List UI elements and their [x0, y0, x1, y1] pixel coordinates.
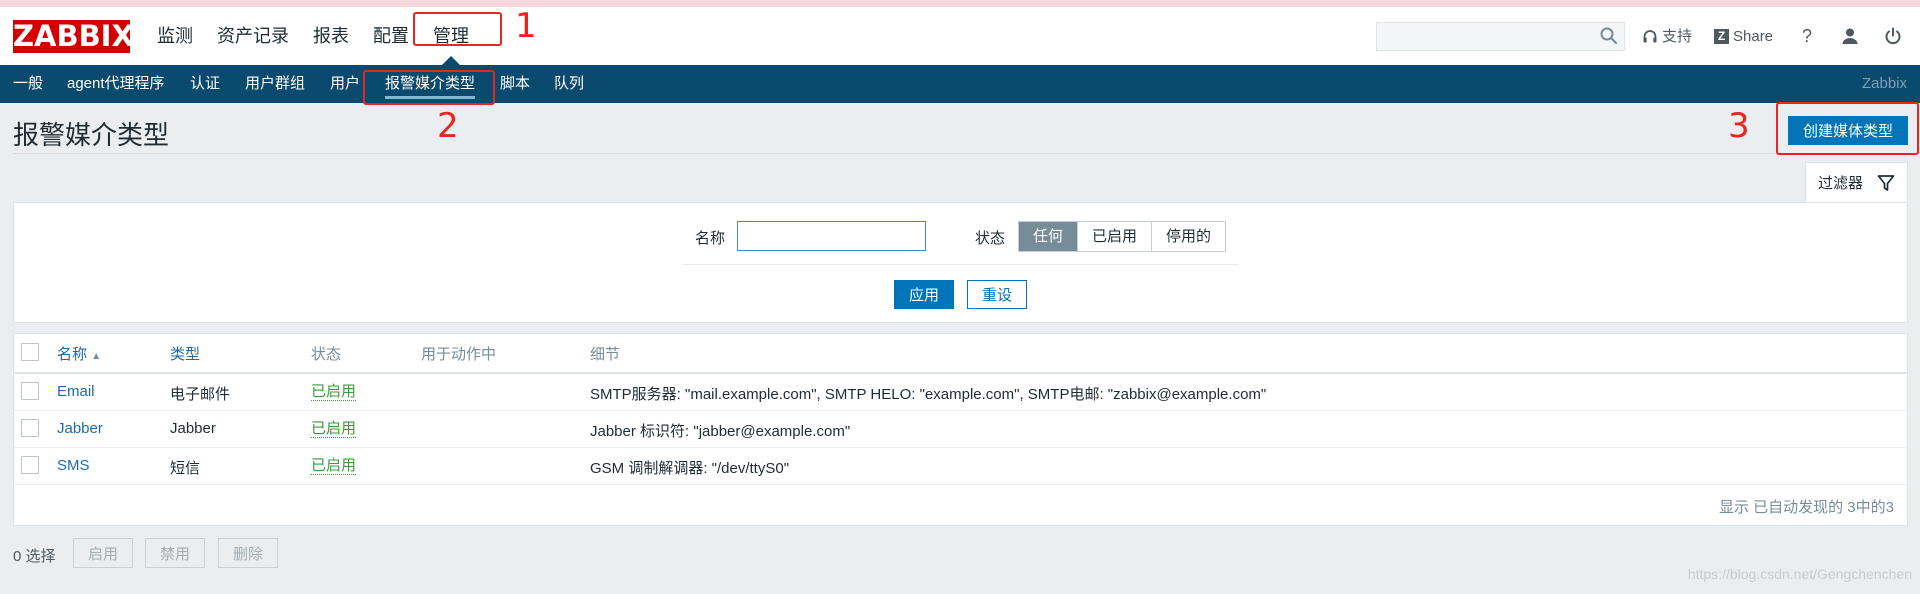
support-label: 支持 — [1662, 28, 1693, 45]
funnel-icon — [1877, 174, 1895, 191]
subnav-proxies[interactable]: agent代理程序 — [67, 65, 165, 103]
column-header-details: 细节 — [590, 346, 621, 363]
header: ZABBIX 监测 资产记录 报表 配置 管理 — [0, 7, 1920, 65]
row-divider — [14, 447, 1907, 448]
row-type: 短信 — [170, 460, 201, 477]
filter-tab[interactable]: 过滤器 — [1805, 162, 1908, 202]
annotation-number-2: 2 — [437, 106, 459, 146]
select-all-checkbox[interactable] — [21, 343, 39, 361]
help-icon[interactable]: ? — [1795, 24, 1819, 48]
row-details: Jabber 标识符: "jabber@example.com" — [590, 423, 851, 440]
row-status-toggle[interactable]: 已启用 — [311, 420, 357, 438]
bulk-delete-button[interactable]: 删除 — [218, 538, 278, 568]
annotation-box-3 — [1776, 102, 1919, 155]
filter-name-input[interactable] — [737, 221, 926, 251]
reset-button[interactable]: 重设 — [967, 280, 1027, 309]
bulk-disable-button[interactable]: 禁用 — [145, 538, 205, 568]
subnav-brand: Zabbix — [1861, 75, 1907, 92]
column-header-status: 状态 — [311, 346, 342, 363]
page-title: 报警媒介类型 — [13, 120, 170, 150]
watermark: https://blog.csdn.net/Gengchenchen — [1687, 566, 1912, 582]
share-z-icon: Z — [1714, 29, 1729, 44]
row-name-link[interactable]: SMS — [57, 457, 90, 474]
share-link[interactable]: Z Share — [1714, 22, 1773, 51]
support-link[interactable]: 支持 — [1642, 22, 1692, 51]
selected-count: 0 选择 — [13, 548, 56, 565]
subnav-authentication[interactable]: 认证 — [190, 65, 220, 103]
row-type: 电子邮件 — [170, 386, 231, 403]
main-nav-reports[interactable]: 报表 — [301, 7, 361, 65]
user-icon — [1842, 28, 1858, 44]
status-option-any[interactable]: 任何 — [1019, 222, 1079, 251]
filter-name-label: 名称 — [695, 230, 726, 247]
column-header-name-label: 名称 — [57, 346, 88, 363]
top-strip — [0, 0, 1920, 7]
row-type: Jabber — [170, 420, 216, 437]
zabbix-logo[interactable]: ZABBIX — [13, 20, 134, 53]
bulk-enable-button[interactable]: 启用 — [73, 538, 133, 568]
annotation-number-1: 1 — [515, 6, 537, 46]
media-types-table — [13, 333, 1908, 526]
table-header-divider — [14, 372, 1907, 374]
row-checkbox[interactable] — [21, 456, 39, 474]
apply-button[interactable]: 应用 — [894, 280, 954, 309]
main-nav-monitoring[interactable]: 监测 — [145, 7, 205, 65]
subnav-user-groups[interactable]: 用户群组 — [245, 65, 305, 103]
status-option-disabled[interactable]: 停用的 — [1152, 222, 1226, 251]
power-icon — [1885, 27, 1901, 45]
filter-status-group: 任何 已启用 停用的 — [1018, 221, 1227, 252]
share-label: Share — [1733, 28, 1774, 45]
main-nav-configuration[interactable]: 配置 — [361, 7, 421, 65]
filter-divider — [683, 264, 1238, 265]
row-divider — [14, 484, 1907, 485]
subnav-general[interactable]: 一般 — [13, 65, 43, 103]
row-details: SMTP服务器: "mail.example.com", SMTP HELO: … — [590, 386, 1267, 403]
filter-tab-label: 过滤器 — [1817, 175, 1863, 192]
column-header-used-in-actions: 用于动作中 — [421, 346, 497, 363]
status-option-enabled[interactable]: 已启用 — [1078, 222, 1153, 251]
table-footer-count: 显示 已自动发现的 3中的3 — [1718, 499, 1894, 516]
annotation-number-3: 3 — [1728, 106, 1750, 146]
row-name-link[interactable]: Jabber — [57, 420, 103, 437]
row-checkbox[interactable] — [21, 382, 39, 400]
subnav-users[interactable]: 用户 — [330, 65, 360, 103]
row-divider — [14, 410, 1907, 411]
column-header-name[interactable]: 名称 ▲ — [57, 343, 101, 364]
search-icon[interactable] — [1599, 26, 1619, 46]
subnav-scripts[interactable]: 脚本 — [500, 65, 530, 103]
sign-out-icon[interactable] — [1881, 24, 1905, 48]
filter-status-label: 状态 — [975, 230, 1006, 247]
user-profile-icon[interactable] — [1838, 24, 1862, 48]
annotation-box-1 — [413, 12, 502, 46]
subnav-queue[interactable]: 队列 — [554, 65, 584, 103]
annotation-box-2 — [363, 70, 495, 105]
filter-panel — [13, 202, 1908, 323]
main-nav-inventory[interactable]: 资产记录 — [205, 7, 301, 65]
row-name-link[interactable]: Email — [57, 383, 95, 400]
row-details: GSM 调制解调器: "/dev/ttyS0" — [590, 460, 790, 477]
search-input[interactable] — [1376, 22, 1625, 51]
row-checkbox[interactable] — [21, 419, 39, 437]
title-divider — [13, 153, 1907, 154]
column-header-type[interactable]: 类型 — [170, 343, 200, 364]
row-status-toggle[interactable]: 已启用 — [311, 457, 357, 475]
headset-icon — [1643, 29, 1657, 42]
row-status-toggle[interactable]: 已启用 — [311, 383, 357, 401]
sort-ascending-icon: ▲ — [91, 351, 102, 362]
sub-nav: 一般 agent代理程序 认证 用户群组 用户 报警媒介类型 脚本 队列 Zab… — [0, 65, 1920, 103]
